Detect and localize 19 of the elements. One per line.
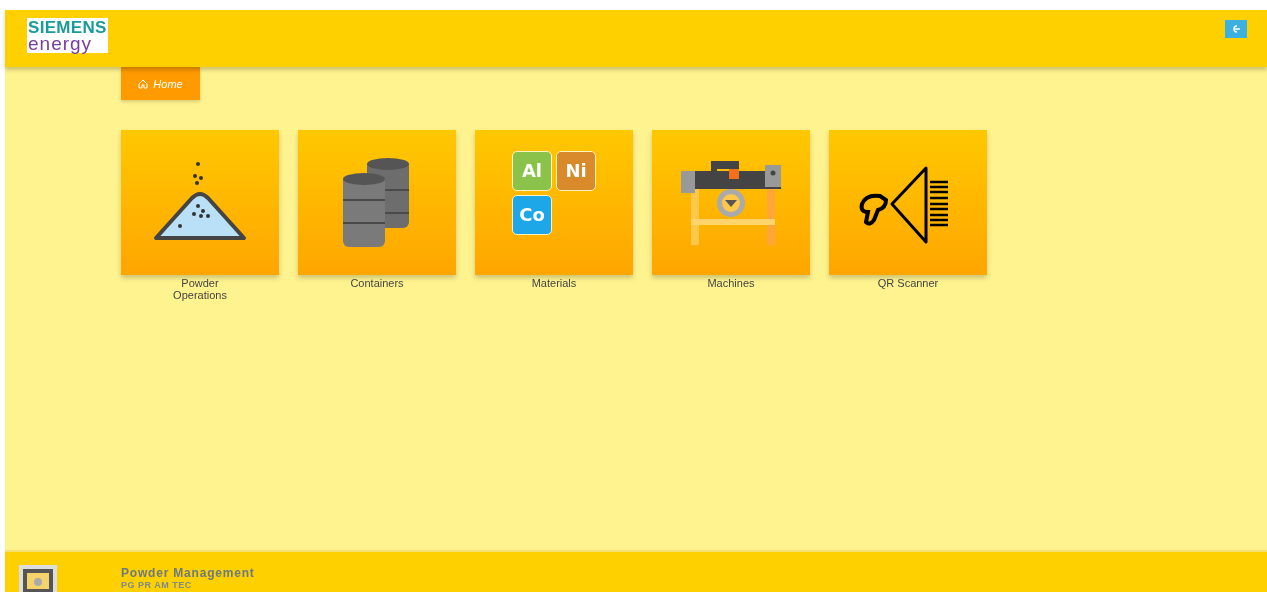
home-icon <box>138 78 149 89</box>
home-breadcrumb[interactable]: Home <box>121 67 200 100</box>
logout-icon <box>1231 24 1241 34</box>
menu-tile[interactable] <box>298 130 456 275</box>
app-icon <box>18 564 58 592</box>
tile-label: Powder Operations <box>172 277 228 301</box>
app-title: Powder Management <box>121 566 255 580</box>
elements-drawing: Al Ni Co <box>512 150 596 235</box>
tile-label: Materials <box>531 277 577 289</box>
menu-tile[interactable]: Al Ni Co <box>475 130 633 275</box>
menu-tile[interactable] <box>829 130 987 275</box>
tile-label: Machines <box>707 277 755 289</box>
tile-label: QR Scanner <box>877 277 939 289</box>
menu-tile[interactable] <box>652 130 810 275</box>
app-subtitle: PG PR AM TEC <box>121 580 193 590</box>
logo-text: SIEMENS <box>28 19 107 36</box>
logo-subtext: energy <box>28 36 94 52</box>
menu-tile[interactable] <box>121 130 279 275</box>
tile-label: Containers <box>350 277 404 289</box>
